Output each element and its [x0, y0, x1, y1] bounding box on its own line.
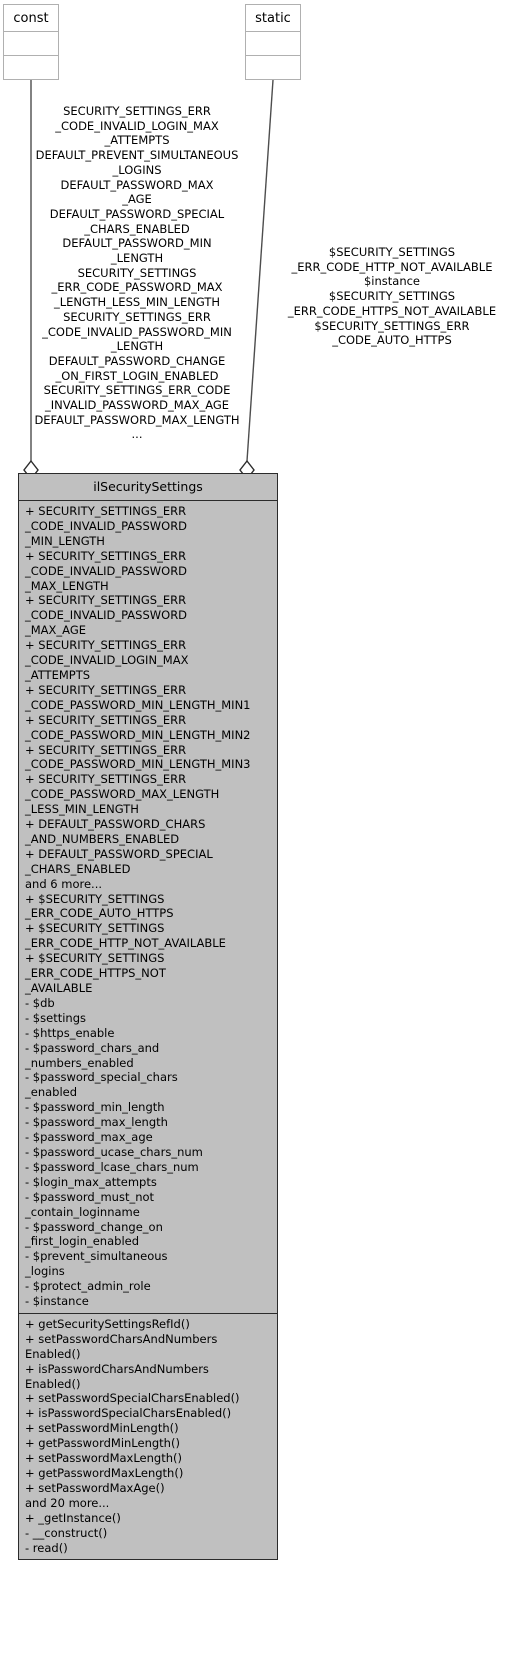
class-method: + setPasswordCharsAndNumbers Enabled(): [25, 1331, 218, 1361]
node-static[interactable]: static: [245, 4, 301, 80]
class-method: + setPasswordMaxAge(): [25, 1480, 165, 1495]
class-attribute: + SECURITY_SETTINGS_ERR _CODE_INVALID_PA…: [25, 504, 188, 548]
node-const[interactable]: const: [3, 4, 59, 80]
class-attribute: - $password_lcase_chars_num: [25, 1159, 199, 1174]
class-method: + setPasswordSpecialCharsEnabled(): [25, 1391, 240, 1406]
class-attribute: + SECURITY_SETTINGS_ERR _CODE_PASSWORD_M…: [25, 712, 251, 742]
class-method: + isPasswordCharsAndNumbers Enabled(): [25, 1361, 209, 1391]
class-method: + getPasswordMaxLength(): [25, 1466, 184, 1480]
class-name: ilSecuritySettings: [19, 474, 277, 501]
class-attribute: - $password_max_age: [25, 1130, 153, 1145]
class-attribute: + DEFAULT_PASSWORD_CHARS _AND_NUMBERS_EN…: [25, 817, 206, 846]
class-attribute: - $https_enable: [25, 1025, 115, 1040]
class-attribute: + $SECURITY_SETTINGS _ERR_CODE_AUTO_HTTP…: [25, 891, 174, 921]
class-attribute: - $protect_admin_role: [25, 1279, 151, 1294]
class-attribute: - $login_max_attempts: [25, 1174, 157, 1189]
class-method: + _getInstance(): [25, 1510, 121, 1525]
node-const-methods-row: [4, 56, 58, 80]
class-attribute: - $password_special_chars _enabled: [25, 1070, 178, 1100]
class-method: + setPasswordMaxLength(): [25, 1451, 182, 1466]
edge-label-const-to-class: SECURITY_SETTINGS_ERR _CODE_INVALID_LOGI…: [34, 104, 240, 442]
class-attribute: - $password_ucase_chars_num: [25, 1144, 203, 1159]
class-method: and 20 more...: [25, 1495, 110, 1510]
class-attribute: - $db: [25, 995, 55, 1010]
class-attribute: - $password_must_not _contain_loginname: [25, 1189, 155, 1219]
class-attribute: + $SECURITY_SETTINGS _ERR_CODE_HTTPS_NOT…: [25, 951, 166, 995]
class-attribute: + SECURITY_SETTINGS_ERR _CODE_INVALID_PA…: [25, 593, 188, 638]
class-method: - read(): [25, 1540, 68, 1555]
class-attribute: - $prevent_simultaneous _logins: [25, 1249, 168, 1279]
class-attribute: - $instance: [25, 1294, 89, 1309]
class-attribute: - $password_min_length: [25, 1100, 165, 1115]
class-attribute: - $settings: [25, 1010, 86, 1025]
class-attribute: - $password_max_length: [25, 1115, 168, 1130]
class-method: + isPasswordSpecialCharsEnabled(): [25, 1406, 232, 1421]
class-attribute: - $password_chars_and _numbers_enabled: [25, 1040, 160, 1070]
node-const-attributes-row: [4, 32, 58, 56]
class-method: - __construct(): [25, 1525, 108, 1540]
class-node-ilsecuritysettings[interactable]: ilSecuritySettings + SECURITY_SETTINGS_E…: [18, 473, 278, 1561]
class-attribute: + DEFAULT_PASSWORD_SPECIAL _CHARS_ENABLE…: [25, 846, 213, 876]
class-method: + setPasswordMinLength(): [25, 1421, 179, 1436]
class-method: + getSecuritySettingsRefId(): [25, 1316, 190, 1331]
edge-label-static-to-class: $SECURITY_SETTINGS _ERR_CODE_HTTP_NOT_AV…: [287, 245, 497, 348]
class-attribute: + $SECURITY_SETTINGS _ERR_CODE_HTTP_NOT_…: [25, 921, 226, 951]
node-const-title: const: [4, 5, 58, 32]
class-methods-compartment: + getSecuritySettingsRefId() + setPasswor…: [19, 1314, 277, 1560]
node-static-methods-row: [246, 56, 300, 80]
class-attribute: and 6 more...: [25, 876, 103, 891]
class-method: + getPasswordMinLength(): [25, 1436, 180, 1451]
class-attributes-compartment: + SECURITY_SETTINGS_ERR _CODE_INVALID_PA…: [19, 501, 277, 1314]
class-attribute: + SECURITY_SETTINGS_ERR _CODE_PASSWORD_M…: [25, 772, 220, 817]
class-attribute: - $password_change_on _first_login_enabl…: [25, 1219, 163, 1249]
class-attribute: + SECURITY_SETTINGS_ERR _CODE_INVALID_PA…: [25, 548, 188, 593]
class-attribute: + SECURITY_SETTINGS_ERR _CODE_PASSWORD_M…: [25, 682, 251, 712]
class-attribute: + SECURITY_SETTINGS_ERR _CODE_INVALID_LO…: [25, 638, 189, 682]
node-static-attributes-row: [246, 32, 300, 56]
node-static-title: static: [246, 5, 300, 32]
class-attribute: + SECURITY_SETTINGS_ERR _CODE_PASSWORD_M…: [25, 742, 251, 772]
